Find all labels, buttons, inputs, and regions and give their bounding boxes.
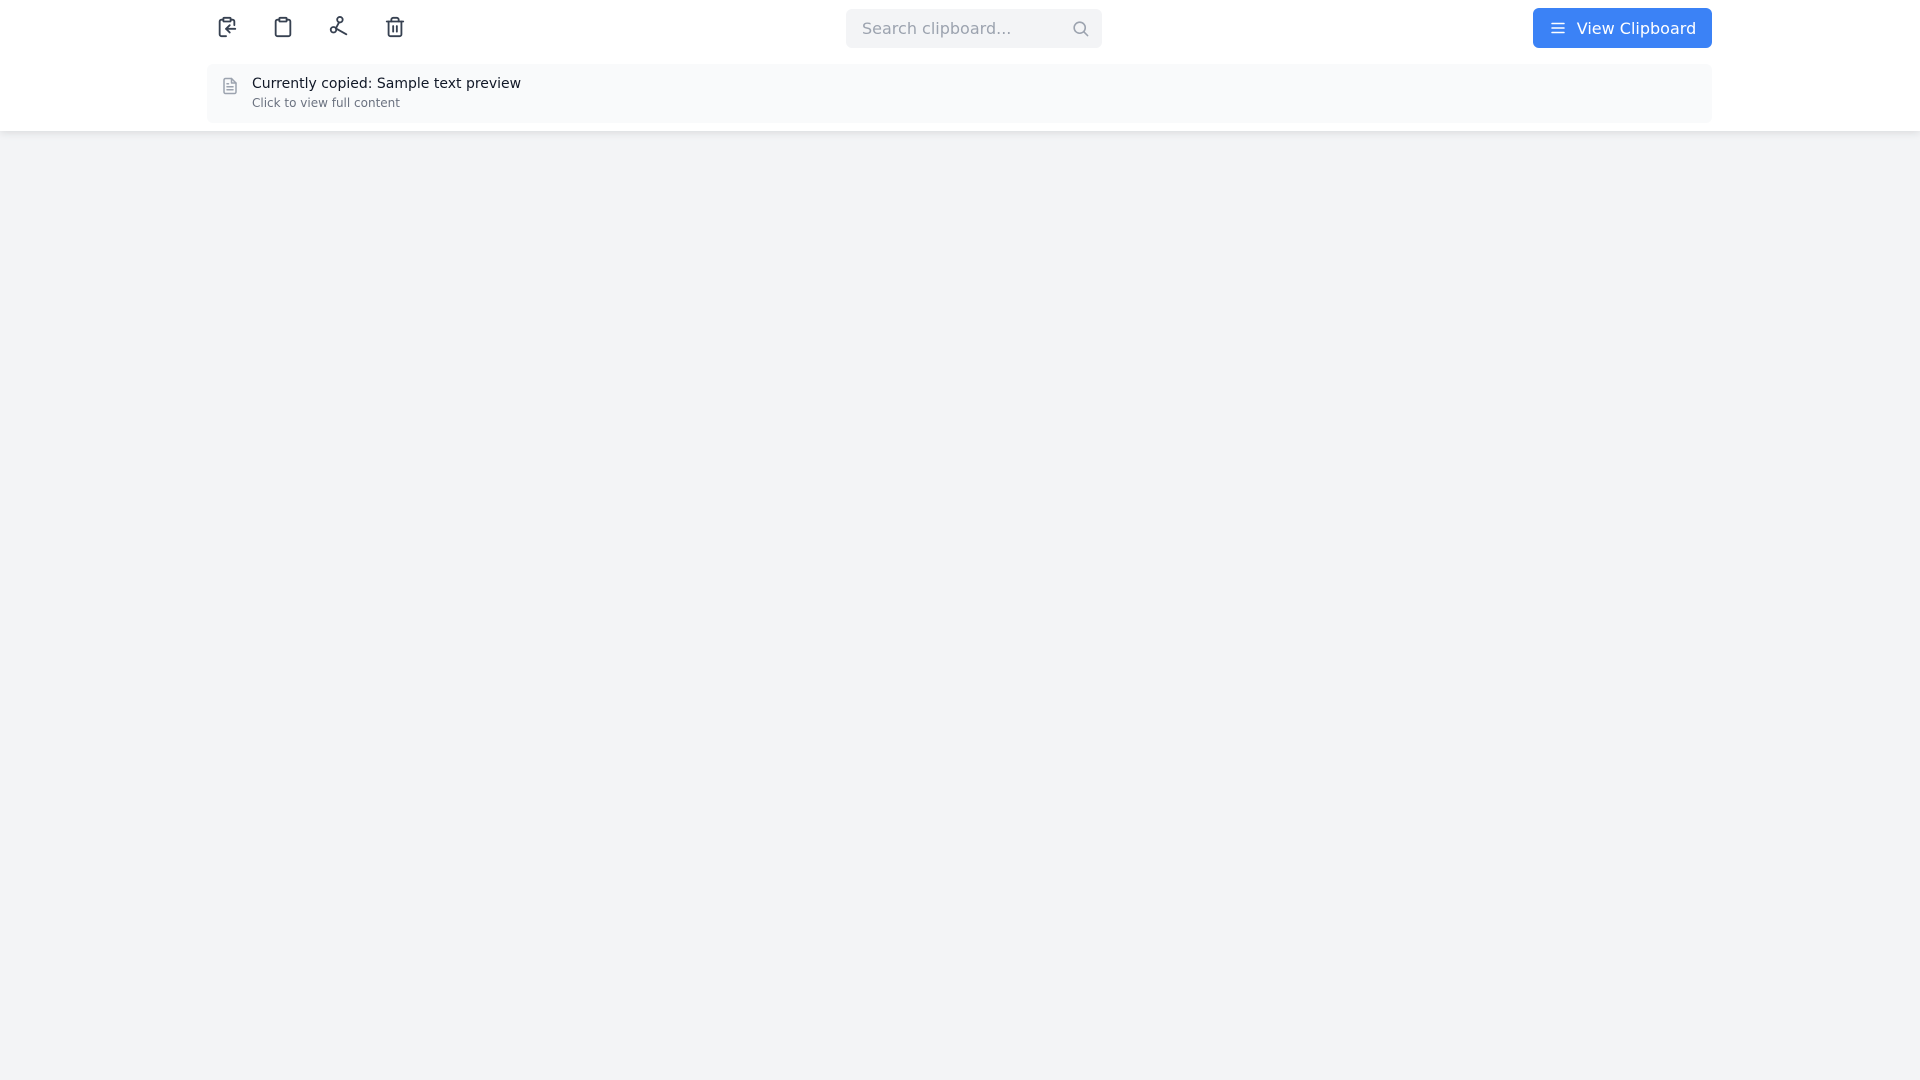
- menu-icon: [1551, 22, 1565, 34]
- file-text-icon: [223, 77, 237, 95]
- toolbar-row: View Clipboard: [207, 7, 1712, 48]
- clipboard-toolbar-panel: View Clipboard Currently copied: Sample …: [0, 0, 1920, 131]
- view-clipboard-button[interactable]: View Clipboard: [1533, 8, 1712, 48]
- clipboard-paste-icon: [218, 16, 237, 38]
- search-icon: [1073, 21, 1089, 37]
- clear-button[interactable]: [375, 7, 415, 47]
- trash-icon: [385, 16, 405, 38]
- clipboard-preview-card[interactable]: Currently copied: Sample text preview Cl…: [207, 64, 1712, 123]
- clipboard-icon: [274, 16, 292, 38]
- preview-subtitle: Click to view full content: [252, 96, 400, 110]
- scissors-icon: [329, 16, 348, 36]
- view-clipboard-label: View Clipboard: [1576, 18, 1697, 38]
- paste-button[interactable]: [207, 7, 247, 47]
- preview-title: Currently copied: Sample text preview: [252, 76, 522, 92]
- search-input[interactable]: [846, 9, 1102, 48]
- copy-button[interactable]: [263, 7, 303, 47]
- search-box: [846, 9, 1102, 48]
- cut-button[interactable]: [319, 7, 359, 47]
